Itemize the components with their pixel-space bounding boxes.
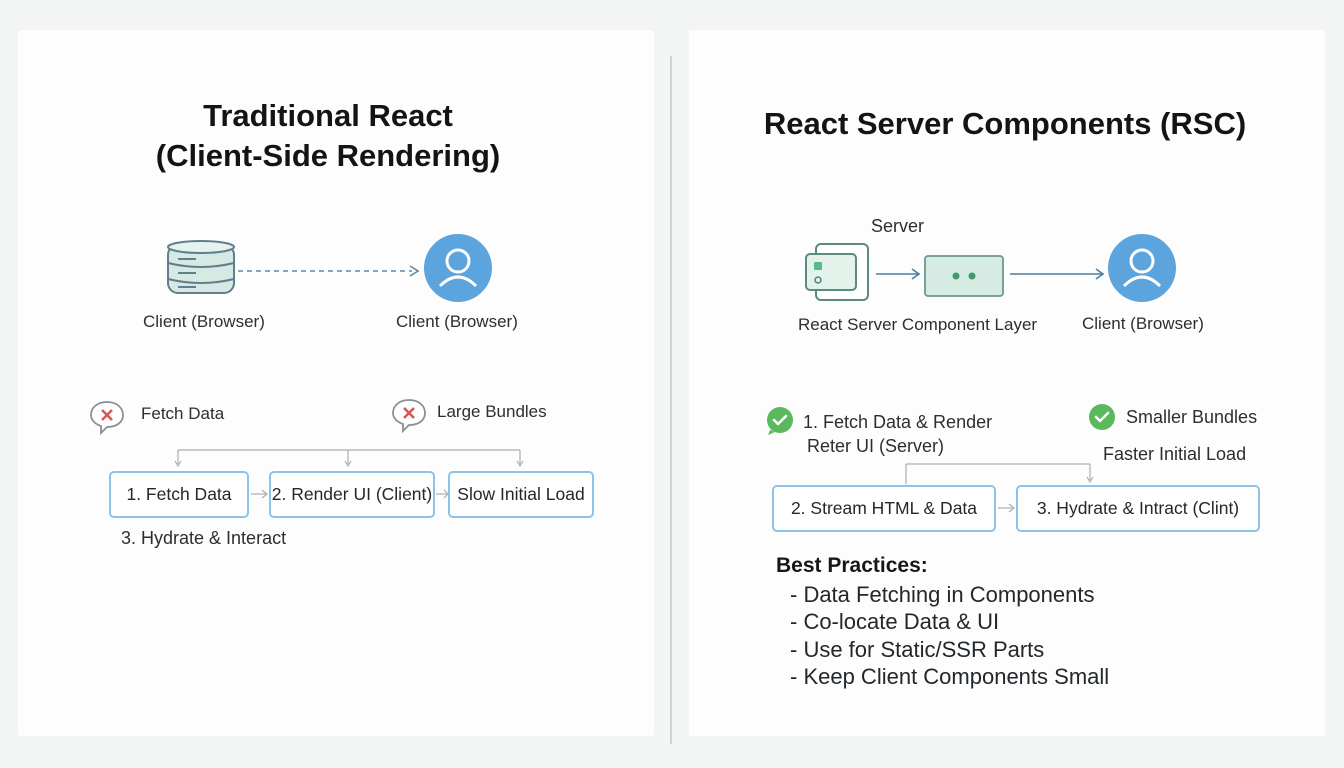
arrow-right-icon bbox=[251, 488, 269, 500]
left-title-line1: Traditional React bbox=[203, 98, 453, 133]
left-issue-bundles: Large Bundles bbox=[437, 402, 547, 421]
best-practice-item: - Co-locate Data & UI bbox=[790, 609, 1000, 634]
error-x-icon bbox=[88, 399, 126, 435]
left-connector bbox=[170, 446, 530, 470]
right-client-label: Client (Browser) bbox=[1082, 314, 1204, 333]
check-icon bbox=[765, 406, 795, 436]
left-client-label: Client (Browser) bbox=[396, 312, 518, 331]
best-practice-item: - Keep Client Components Small bbox=[790, 664, 1110, 689]
user-avatar-icon bbox=[1108, 234, 1176, 302]
database-icon bbox=[166, 239, 236, 299]
server-component-icon bbox=[804, 242, 870, 304]
best-practice-item: - Data Fetching in Components bbox=[790, 582, 1095, 607]
right-server-label: Server bbox=[871, 216, 925, 236]
right-benefit-fetch-line1: 1. Fetch Data & Render bbox=[803, 412, 993, 432]
left-server-label: Client (Browser) bbox=[143, 312, 265, 331]
best-practices-title: Best Practices: bbox=[776, 554, 928, 577]
dashed-arrow bbox=[238, 264, 422, 278]
right-step-2: 2. Stream HTML & Data bbox=[772, 485, 996, 532]
right-layer-label: React Server Component Layer bbox=[798, 315, 1038, 334]
arrow-right-icon bbox=[1010, 267, 1106, 281]
left-step-3: Slow Initial Load bbox=[448, 471, 594, 518]
left-step-2: 2. Render UI (Client) bbox=[269, 471, 435, 518]
layer-box-icon bbox=[924, 255, 1004, 297]
left-step-below: 3. Hydrate & Interact bbox=[121, 528, 287, 548]
best-practice-item: - Use for Static/SSR Parts bbox=[790, 637, 1045, 662]
error-x-icon bbox=[390, 397, 428, 433]
panel-divider bbox=[670, 56, 672, 744]
right-benefit-bundles: Smaller Bundles bbox=[1126, 407, 1258, 427]
right-benefit-load: Faster Initial Load bbox=[1103, 444, 1247, 464]
left-step-1: 1. Fetch Data bbox=[109, 471, 249, 518]
check-icon bbox=[1087, 403, 1117, 433]
right-title: React Server Components (RSC) bbox=[763, 106, 1247, 141]
left-title-line2: (Client-Side Rendering) bbox=[155, 138, 501, 173]
right-benefit-fetch-line2: Reter UI (Server) bbox=[807, 436, 945, 456]
arrow-right-icon bbox=[998, 502, 1016, 514]
left-title: Traditional React (Client-Side Rendering… bbox=[118, 96, 538, 176]
user-avatar-icon bbox=[424, 234, 492, 302]
right-connector bbox=[900, 460, 1100, 486]
arrow-right-icon bbox=[876, 267, 922, 281]
left-issue-fetch: Fetch Data bbox=[141, 404, 225, 423]
right-step-3: 3. Hydrate & Intract (Clint) bbox=[1016, 485, 1260, 532]
